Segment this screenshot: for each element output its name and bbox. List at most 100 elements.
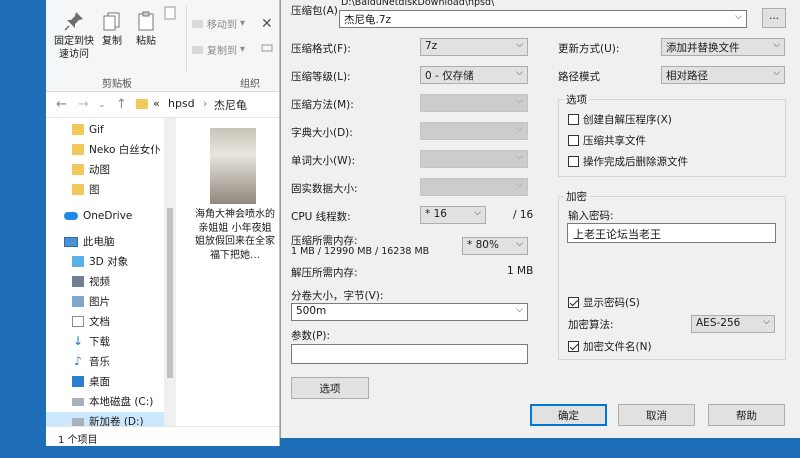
tree-item-label: 视频	[89, 276, 110, 288]
drive-icon	[72, 397, 84, 406]
update-mode-value: 添加并替换文件	[666, 42, 740, 54]
solid-size-label: 固实数据大小:	[291, 183, 358, 195]
item-count: 1 个项目	[58, 435, 98, 446]
rename-icon[interactable]	[261, 42, 273, 54]
desktop-icon	[72, 376, 84, 387]
chevron-down-icon: ⌵	[763, 317, 770, 327]
volume-size-value: 500m	[296, 305, 327, 317]
ok-button[interactable]: 确定	[530, 404, 607, 426]
tree-item-label: 图	[89, 184, 100, 196]
chevron-down-icon: ⌵	[516, 305, 523, 315]
tree-item-label: 音乐	[89, 356, 110, 368]
organize-group-label: 组织	[240, 79, 260, 90]
chevron-down-icon: ⌵	[516, 68, 523, 78]
memory-percent-select[interactable]: * 80% ⌵	[462, 237, 528, 255]
tree-item[interactable]: 图片	[46, 292, 176, 311]
format-select[interactable]: 7z ⌵	[420, 38, 528, 56]
level-label: 压缩等级(L):	[291, 71, 351, 83]
breadcrumb-item[interactable]: 杰尼龟	[214, 97, 247, 113]
options-button[interactable]: 选项	[291, 377, 369, 399]
up-arrow-icon[interactable]: ↑	[116, 97, 127, 112]
help-button[interactable]: 帮助	[708, 404, 785, 426]
delete-after-checkbox[interactable]: 操作完成后删除源文件	[568, 154, 688, 169]
pictures-icon	[72, 296, 84, 307]
update-mode-select[interactable]: 添加并替换文件 ⌵	[661, 38, 785, 56]
breadcrumb-overflow[interactable]: «	[153, 97, 160, 110]
archive-name-value: 杰尼龟.7z	[344, 14, 392, 26]
chevron-down-icon: ⌵	[516, 40, 523, 50]
pin-to-quick-access-button[interactable]: 固定到快 速访问	[50, 10, 98, 61]
navigation-scrollbar[interactable]	[164, 118, 176, 426]
tree-item[interactable]: 3D 对象	[46, 252, 176, 271]
copy-to-button[interactable]: 复制到 ▾	[192, 42, 245, 57]
cancel-button[interactable]: 取消	[618, 404, 695, 426]
folder-icon	[136, 99, 148, 109]
level-select[interactable]: 0 - 仅存储 ⌵	[420, 66, 528, 84]
move-to-button[interactable]: 移动到 ▾	[192, 16, 245, 31]
encrypt-filenames-checkbox[interactable]: 加密文件名(N)	[568, 339, 652, 354]
copy-button[interactable]: 复制	[98, 10, 126, 48]
tree-item-label: 动图	[89, 164, 110, 176]
tree-item[interactable]: 桌面	[46, 372, 176, 391]
checkbox-box	[568, 135, 579, 146]
parameters-label: 参数(P):	[291, 330, 331, 342]
memory-compress-detail: 1 MB / 12990 MB / 16238 MB	[291, 246, 430, 257]
archive-name-combobox[interactable]: 杰尼龟.7z ⌵	[339, 10, 747, 28]
encryption-group-title: 加密	[564, 189, 589, 204]
clipboard-small-icon[interactable]	[164, 6, 176, 20]
chevron-down-icon: ⌵	[516, 96, 523, 106]
breadcrumb-item[interactable]: hpsd	[168, 97, 195, 110]
video-icon	[72, 276, 84, 287]
file-view: 海角大神会喷水的亲姐姐 小年夜姐姐放假回来在全家福下把她…	[176, 118, 279, 426]
folder-icon	[72, 184, 84, 195]
tree-item-this-pc[interactable]: 此电脑	[46, 232, 176, 251]
tree-item[interactable]: 动图	[46, 160, 176, 179]
password-input[interactable]: 上老王论坛当老王	[567, 223, 776, 243]
forward-arrow-icon[interactable]: →	[78, 97, 89, 112]
create-sfx-checkbox[interactable]: 创建自解压程序(X)	[568, 112, 672, 127]
tree-item[interactable]: ↓ 下载	[46, 332, 176, 351]
paste-button[interactable]: 粘贴	[132, 10, 160, 48]
method-select[interactable]: ⌵	[420, 94, 528, 112]
checkbox-label: 显示密码(S)	[583, 297, 640, 309]
volume-size-combobox[interactable]: 500m ⌵	[291, 303, 528, 321]
archive-path: D:\BaiduNetdiskDownload\hpsd\	[341, 0, 495, 8]
tree-item-label: 3D 对象	[89, 256, 129, 268]
tree-item-label: Gif	[89, 123, 104, 136]
tree-item-onedrive[interactable]: OneDrive	[46, 206, 176, 225]
paste-icon	[138, 11, 154, 31]
tree-item-label: 桌面	[89, 376, 110, 388]
status-bar: 1 个项目	[46, 426, 279, 446]
tree-item[interactable]: 图	[46, 180, 176, 199]
tree-item[interactable]: ♪ 音乐	[46, 352, 176, 371]
tree-item[interactable]: Gif	[46, 120, 176, 139]
tree-item[interactable]: 视频	[46, 272, 176, 291]
scrollbar-thumb[interactable]	[167, 208, 173, 378]
drive-icon	[72, 417, 84, 426]
memory-decompress-label: 解压所需内存:	[291, 267, 358, 279]
back-arrow-icon[interactable]: ←	[56, 97, 67, 112]
tree-item[interactable]: 文档	[46, 312, 176, 331]
show-password-checkbox[interactable]: 显示密码(S)	[568, 295, 640, 310]
encryption-method-select[interactable]: AES-256 ⌵	[691, 315, 775, 333]
tree-item[interactable]: Neko 白丝女仆	[46, 140, 176, 159]
chevron-down-icon: ⌵	[516, 180, 523, 190]
checkbox-label: 加密文件名(N)	[583, 341, 652, 353]
threads-select[interactable]: * 16 ⌵	[420, 206, 486, 224]
path-mode-select[interactable]: 相对路径 ⌵	[661, 66, 785, 84]
memory-percent-value: * 80%	[467, 239, 499, 251]
tree-item-label: 本地磁盘 (C:)	[89, 396, 154, 408]
browse-button[interactable]: ...	[762, 8, 786, 28]
dictionary-select[interactable]: ⌵	[420, 122, 528, 140]
encryption-method-value: AES-256	[696, 317, 741, 329]
delete-icon[interactable]: ✕	[261, 16, 273, 32]
solid-size-select[interactable]: ⌵	[420, 178, 528, 196]
clipboard-group-label: 剪贴板	[102, 79, 132, 90]
compress-shared-checkbox[interactable]: 压缩共享文件	[568, 133, 646, 148]
word-size-select[interactable]: ⌵	[420, 150, 528, 168]
parameters-input[interactable]	[291, 344, 528, 364]
recent-dropdown-icon[interactable]: ⌄	[98, 100, 106, 110]
tree-item[interactable]: 本地磁盘 (C:)	[46, 392, 176, 411]
path-mode-label: 路径模式	[558, 71, 600, 83]
word-size-label: 单词大小(W):	[291, 155, 356, 167]
